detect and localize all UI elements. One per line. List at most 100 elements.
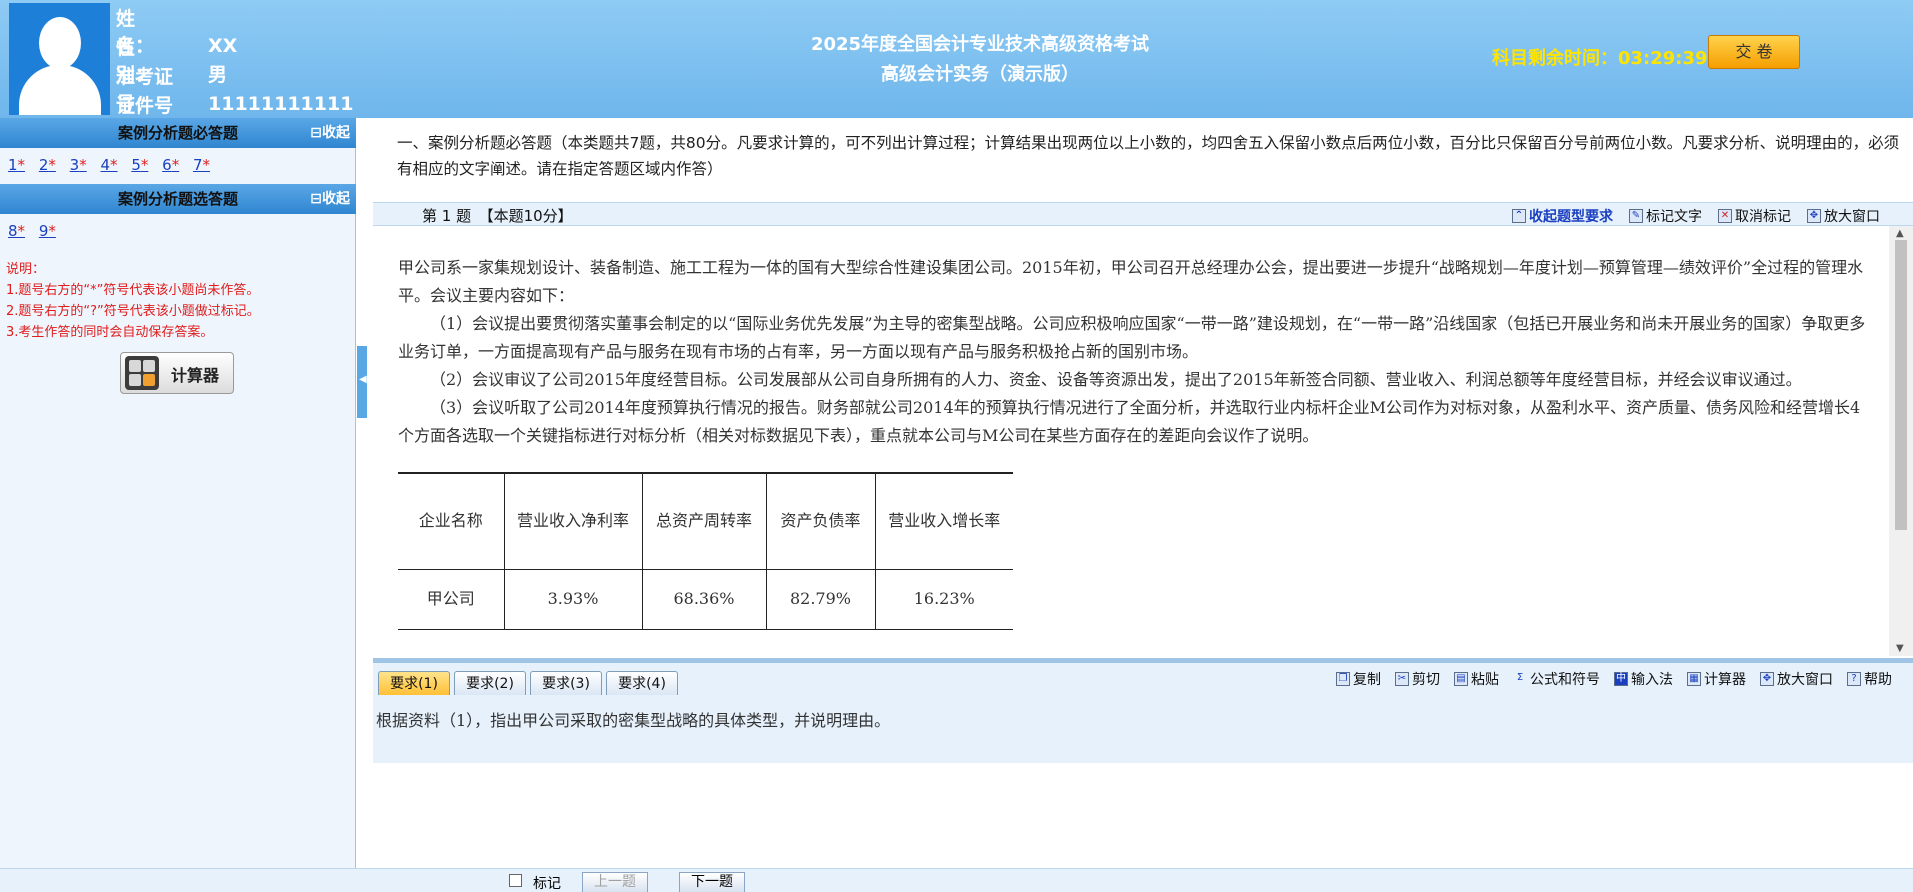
content-paragraph-3: （3）会议听取了公司2014年度预算执行情况的报告。财务部就公司2014年的预算… <box>398 398 1861 445</box>
expand-icon: ✥ <box>1807 209 1821 223</box>
requirement-prompt: 根据资料（1），指出甲公司采取的密集型战略的具体类型，并说明理由。 <box>373 695 1913 763</box>
section-required-title: 案例分析题必答题 <box>117 124 238 142</box>
sigma-icon: Σ <box>1516 672 1524 683</box>
scroll-down-icon[interactable]: ▼ <box>1896 643 1904 654</box>
content-scrollbar[interactable]: ▲ ▼ <box>1889 226 1913 656</box>
table-cell: 甲公司 <box>398 569 504 630</box>
tab-requirement-3[interactable]: 要求(3) <box>530 671 602 697</box>
avatar-head <box>39 17 81 69</box>
copy-button[interactable]: ❐ 复制 <box>1336 669 1381 689</box>
candidate-photo <box>9 3 110 115</box>
main-panel: 一、案例分析题必答题（本类题共7题，共80分。凡要求计算的，可不列出计算过程；计… <box>373 118 1913 868</box>
table-cell: 82.79% <box>765 569 875 630</box>
mark-checkbox[interactable] <box>509 874 522 887</box>
note-line-1: 1.题号右方的“*”符号代表该小题尚未作答。 <box>6 283 260 298</box>
content-paragraph-2: （2）会议审议了公司2015年度经营目标。公司发展部从公司自身所拥有的人力、资金… <box>430 370 1802 389</box>
optional-question-list: 8* 9* <box>8 222 65 240</box>
table-header-row: 企业名称 营业收入净利率 总资产周转率 资产负债率 营业收入增长率 <box>398 472 1013 570</box>
scissors-icon: ✂ <box>1395 672 1409 686</box>
question-content: 甲公司系一家集规划设计、装备制造、施工工程为一体的国有大型综合性建设集团公司。2… <box>373 226 1889 656</box>
section-optional-header: 案例分析题选答题 ⊟收起 <box>0 184 356 214</box>
mark-label: 标记 <box>533 876 561 892</box>
answer-input-area[interactable] <box>373 763 1913 866</box>
question-link-8[interactable]: 8* <box>8 222 25 240</box>
collapse-requirements-button[interactable]: ⌃ 收起题型要求 <box>1512 206 1613 226</box>
table-header: 营业收入净利率 <box>503 472 642 570</box>
content-paragraph-intro: 甲公司系一家集规划设计、装备制造、施工工程为一体的国有大型综合性建设集团公司。2… <box>398 258 1864 305</box>
collapse-optional-button[interactable]: ⊟收起 <box>310 184 350 214</box>
table-header: 总资产周转率 <box>641 472 766 570</box>
question-title: 第 1 题 【本题10分】 <box>422 207 573 225</box>
calculator-label: 计算器 <box>171 366 220 385</box>
cut-button[interactable]: ✂ 剪切 <box>1395 669 1440 689</box>
scroll-thumb[interactable] <box>1895 240 1907 530</box>
note-line-2: 2.题号右方的“?”符号代表该小题做过标记。 <box>6 304 260 319</box>
eraser-icon: ✕ <box>1718 209 1732 223</box>
benchmark-table: 企业名称 营业收入净利率 总资产周转率 资产负债率 营业收入增长率 甲公司 3.… <box>398 472 1013 630</box>
question-link-2[interactable]: 2* <box>39 156 56 174</box>
exam-subtitle: 高级会计实务（演示版） <box>881 64 1079 85</box>
question-link-9[interactable]: 9* <box>39 222 56 240</box>
chevron-left-icon: ◀ <box>359 374 367 385</box>
calculator-button[interactable]: 计算器 <box>120 352 234 394</box>
keyboard-icon: 中 <box>1614 672 1628 686</box>
copy-icon: ❐ <box>1336 672 1350 686</box>
question-link-6[interactable]: 6* <box>162 156 179 174</box>
section-optional-title: 案例分析题选答题 <box>117 190 238 208</box>
header: 姓 名：XX 性 别：男 准考证号：11111111111 证件号码：11111… <box>0 0 1913 144</box>
mark-text-button[interactable]: ✎ 标记文字 <box>1629 206 1702 226</box>
cancel-mark-button[interactable]: ✕ 取消标记 <box>1718 206 1791 226</box>
question-link-4[interactable]: 4* <box>100 156 117 174</box>
help-button[interactable]: ? 帮助 <box>1847 669 1892 689</box>
required-question-list: 1* 2* 3* 4* 5* 6* 7* <box>8 156 219 174</box>
avatar-body <box>19 65 101 115</box>
section-instruction: 一、案例分析题必答题（本类题共7题，共80分。凡要求计算的，可不列出计算过程；计… <box>373 118 1913 202</box>
answer-toolbar: ❐ 复制 ✂ 剪切 ▤ 粘贴 Σ 公式和符号 中输入法 ▦ 计算器 ✥ 放大窗口 ? 帮助 <box>1336 669 1892 689</box>
table-header: 营业收入增长率 <box>874 472 1013 570</box>
sidebar: 案例分析题必答题 ⊟收起 1* 2* 3* 4* 5* 6* 7* 案例分析题选… <box>0 118 356 868</box>
question-link-5[interactable]: 5* <box>131 156 148 174</box>
clipboard-icon: ▤ <box>1454 672 1468 686</box>
input-method-button[interactable]: 中输入法 <box>1614 669 1673 689</box>
timer-label: 科目剩余时间： <box>1492 48 1618 69</box>
table-header: 企业名称 <box>398 472 504 570</box>
note-line-3: 3.考生作答的同时会自动保存答案。 <box>6 325 214 340</box>
table-cell: 16.23% <box>874 569 1013 630</box>
next-question-button[interactable]: 下一题 <box>679 872 745 892</box>
table-row: 甲公司 3.93% 68.36% 82.79% 16.23% <box>398 569 1013 630</box>
instructions-note: 说明： 1.题号右方的“*”符号代表该小题尚未作答。 2.题号右方的“?”符号代… <box>6 259 260 343</box>
question-link-7[interactable]: 7* <box>193 156 210 174</box>
question-bar: 第 1 题 【本题10分】 ⌃ 收起题型要求 ✎ 标记文字 ✕ 取消标记 ✥ 放大窗口 <box>373 202 1913 226</box>
table-header: 资产负债率 <box>765 472 875 570</box>
paste-button[interactable]: ▤ 粘贴 <box>1454 669 1499 689</box>
table-cell: 3.93% <box>503 569 642 630</box>
exam-title: 2025年度全国会计专业技术高级资格考试 <box>810 34 1150 55</box>
sidebar-toggle-handle[interactable]: ◀ <box>357 346 367 418</box>
answer-enlarge-button[interactable]: ✥ 放大窗口 <box>1760 669 1833 689</box>
question-toolbar: ⌃ 收起题型要求 ✎ 标记文字 ✕ 取消标记 ✥ 放大窗口 <box>1512 206 1880 226</box>
submit-button[interactable]: 交 卷 <box>1708 35 1800 69</box>
tab-requirement-2[interactable]: 要求(2) <box>454 671 526 697</box>
answer-calculator-button[interactable]: ▦ 计算器 <box>1687 669 1746 689</box>
table-cell: 68.36% <box>641 569 766 630</box>
scroll-up-icon[interactable]: ▲ <box>1896 228 1904 239</box>
calculator-icon <box>125 356 159 390</box>
timer-value: 03:29:39 <box>1618 48 1708 69</box>
answer-tab-bar: 要求(1) 要求(2) 要求(3) 要求(4) ❐ 复制 ✂ 剪切 ▤ 粘贴 Σ 公式和… <box>373 663 1913 697</box>
tab-requirement-4[interactable]: 要求(4) <box>606 671 678 697</box>
section-required-header: 案例分析题必答题 ⊟收起 <box>0 118 356 148</box>
footer-nav: 标记 上一题 下一题 <box>0 868 1913 892</box>
prev-question-button[interactable]: 上一题 <box>582 872 648 892</box>
formula-button[interactable]: Σ 公式和符号 <box>1513 669 1600 689</box>
pencil-icon: ✎ <box>1629 209 1643 223</box>
collapse-required-button[interactable]: ⊟收起 <box>310 118 350 148</box>
tab-requirement-1[interactable]: 要求(1) <box>378 671 450 697</box>
collapse-icon: ⌃ <box>1512 209 1526 223</box>
question-link-1[interactable]: 1* <box>8 156 25 174</box>
question-link-3[interactable]: 3* <box>70 156 87 174</box>
book-icon: ? <box>1847 672 1861 686</box>
timer: 科目剩余时间：03:29:39 <box>1492 44 1708 70</box>
expand-icon: ✥ <box>1760 672 1774 686</box>
note-title: 说明： <box>6 262 46 277</box>
enlarge-window-button[interactable]: ✥ 放大窗口 <box>1807 206 1880 226</box>
